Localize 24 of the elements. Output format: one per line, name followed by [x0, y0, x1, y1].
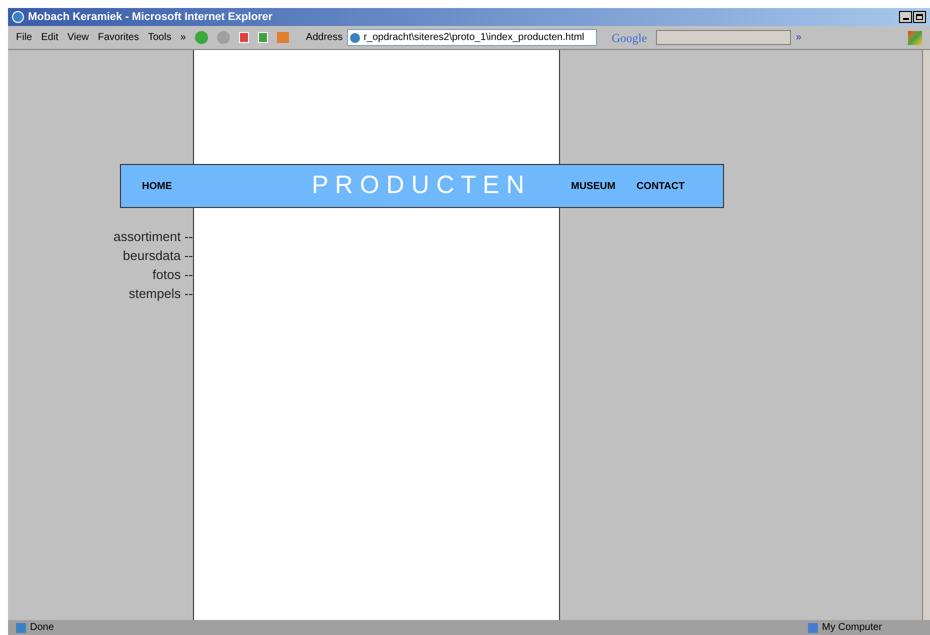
nav-link[interactable]: HOME: [142, 178, 265, 194]
sidebar-link[interactable]: fotos --: [152, 266, 193, 284]
search-field[interactable]: [656, 30, 791, 45]
nav-link[interactable]: CONTACT: [636, 178, 685, 194]
menu-item[interactable]: File: [16, 30, 32, 45]
minimize-icon[interactable]: [899, 11, 912, 23]
menu-item[interactable]: Favorites: [98, 30, 139, 45]
more-link[interactable]: »: [796, 30, 802, 45]
menu-item[interactable]: View: [67, 30, 89, 45]
maximize-icon[interactable]: [913, 11, 926, 23]
menu-item[interactable]: Tools: [148, 30, 172, 45]
menu-item[interactable]: »: [180, 30, 186, 45]
sidebar-link[interactable]: stempels --: [128, 285, 193, 303]
page-title: P R O D U C T E N: [310, 170, 526, 202]
status-text: Done: [30, 621, 54, 635]
address-field[interactable]: r_opdracht\siteres2\proto_1\index_producten.html: [346, 29, 597, 46]
nav-link[interactable]: MUSEUM: [571, 178, 616, 194]
window-title: Mobach Keramiek - Microsoft Internet Explorer: [28, 10, 272, 25]
sidebar-link[interactable]: assortiment --: [114, 228, 193, 246]
zone-text: My Computer: [822, 621, 884, 635]
sidebar-link[interactable]: beursdata --: [122, 247, 193, 265]
search-label: Google: [612, 30, 647, 46]
address-label: Address: [306, 31, 343, 45]
menu-item[interactable]: Edit: [41, 30, 58, 45]
